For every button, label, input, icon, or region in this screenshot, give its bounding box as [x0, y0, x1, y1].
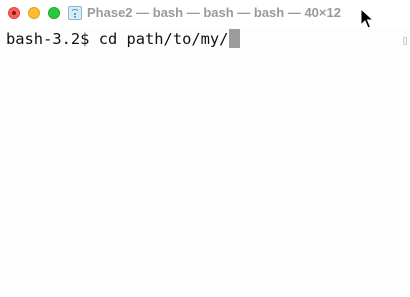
zoom-button-icon[interactable]: [48, 7, 60, 19]
terminal-output[interactable]: bash-3.2$ cd path/to/my/: [6, 29, 241, 49]
mouse-pointer-icon: [360, 8, 374, 29]
terminal-window: Phase2 — bash — bash — bash — 40×12 bash…: [0, 0, 410, 297]
folder-proxy-icon[interactable]: [67, 5, 83, 21]
shell-prompt: bash-3.2$: [6, 30, 90, 48]
typed-command: cd path/to/my/: [98, 30, 229, 48]
window-title: Phase2 — bash — bash — bash — 40×12: [87, 5, 341, 20]
minimize-button-icon[interactable]: [28, 7, 40, 19]
title-bar[interactable]: Phase2 — bash — bash — bash — 40×12: [0, 0, 410, 29]
close-button-icon[interactable]: [8, 7, 20, 19]
text-cursor: [229, 29, 241, 48]
scrollbar-indicator[interactable]: [403, 37, 407, 45]
